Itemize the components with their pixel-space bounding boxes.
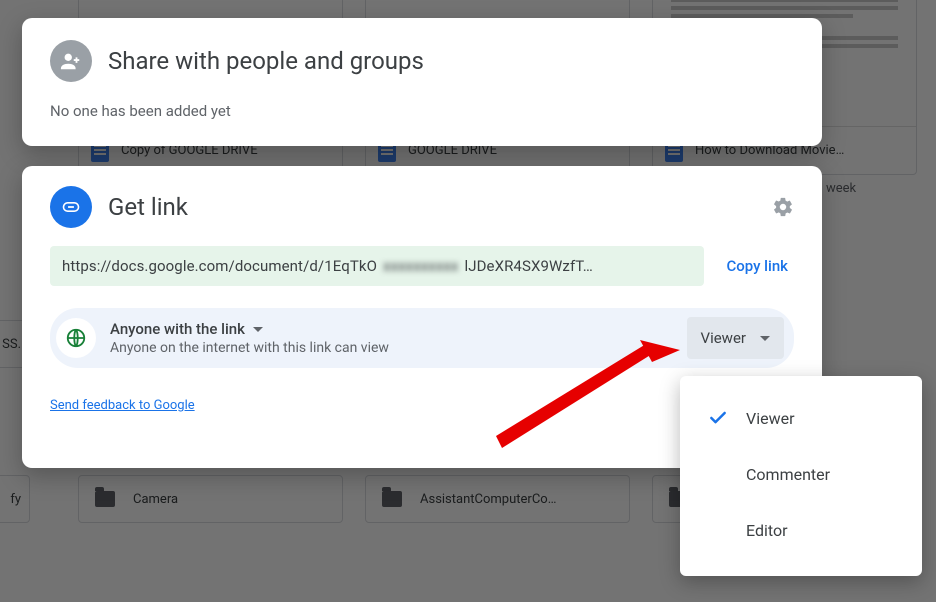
link-icon [50,186,92,228]
share-subtitle: No one has been added yet [50,102,794,120]
url-prefix: https://docs.google.com/document/d/1EqTk… [62,257,377,275]
settings-icon[interactable] [772,196,794,218]
share-people-card: Share with people and groups No one has … [22,18,822,146]
send-feedback-link[interactable]: Send feedback to Google [50,398,195,413]
role-menu: Viewer Commenter Editor [680,376,922,576]
check-icon [708,408,728,428]
role-option-label: Viewer [746,409,795,428]
copy-link-button[interactable]: Copy link [720,257,794,275]
globe-icon [56,318,96,358]
link-scope-dropdown[interactable]: Anyone with the link [110,320,673,338]
role-option-label: Commenter [746,465,830,484]
share-url-field[interactable]: https://docs.google.com/document/d/1EqTk… [50,246,704,286]
url-suffix: lJDeXR4SX9WzfT… [464,257,592,275]
role-dropdown-button[interactable]: Viewer [687,317,784,359]
role-label: Viewer [701,329,746,347]
share-title: Share with people and groups [108,47,424,75]
person-add-icon [50,40,92,82]
chevron-down-icon [253,327,263,332]
role-option-commenter[interactable]: Commenter [680,446,922,502]
scope-title: Anyone with the link [110,320,245,338]
get-link-title: Get link [108,193,756,221]
role-option-viewer[interactable]: Viewer [680,390,922,446]
url-redacted: xxxxxxxxxx [383,257,458,275]
role-option-label: Editor [746,521,787,540]
scope-subtitle: Anyone on the internet with this link ca… [110,340,673,356]
role-option-editor[interactable]: Editor [680,502,922,558]
chevron-down-icon [760,336,770,341]
link-scope-row: Anyone with the link Anyone on the inter… [50,308,794,368]
